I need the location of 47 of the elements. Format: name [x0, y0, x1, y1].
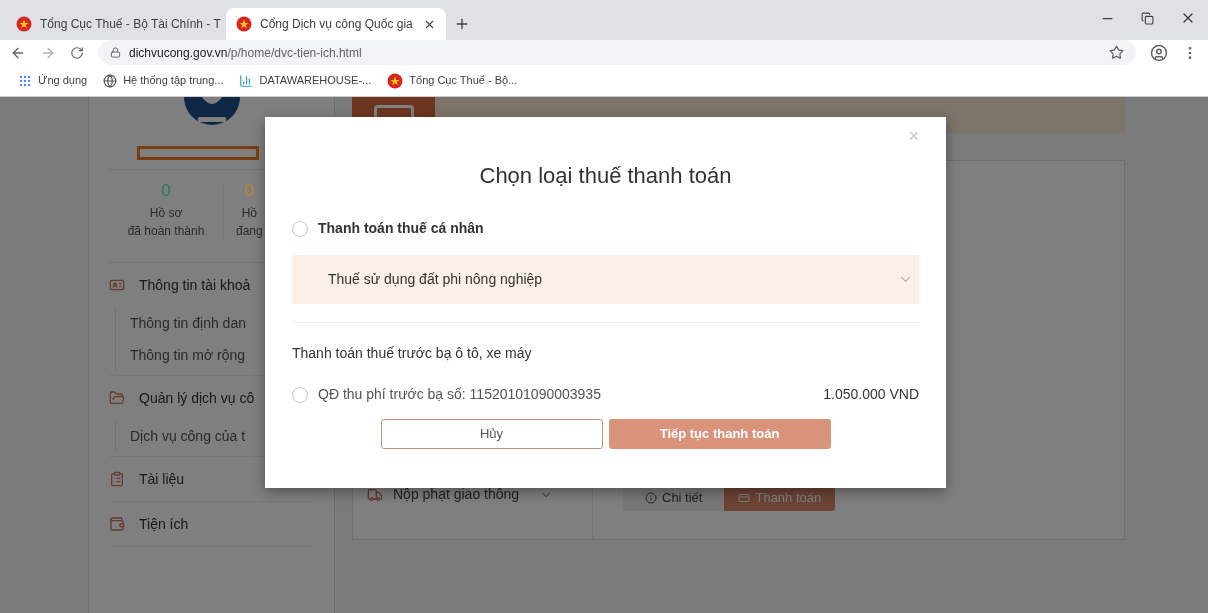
id-card-icon [109, 277, 125, 293]
tab-title: Cổng Dịch vụ công Quốc gia [260, 16, 414, 33]
amount-text: 1.050.000 VND [823, 385, 919, 404]
dialog-title: Chọn loại thuế thanh toán [478, 162, 733, 190]
folder-icon [109, 390, 125, 406]
stat-count: 0 [161, 182, 171, 200]
bookmark-item[interactable]: Hệ thống tập trung... [103, 72, 224, 89]
restore-icon[interactable] [1141, 11, 1154, 25]
cancel-button[interactable]: Hủy [380, 419, 603, 449]
section-label: Thanh toán thuế trước bạ ô tô, xe máy [292, 344, 533, 363]
url-text: dichvucong.gov.vn/p/home/dvc-tien-ich.html [129, 44, 362, 62]
info-icon [645, 491, 657, 504]
service-select[interactable]: Nộp phạt giao thông [367, 484, 554, 505]
stat-count: 0 [244, 182, 255, 200]
bookmark-item[interactable]: DATAWAREHOUSE-... [239, 72, 372, 89]
lock-icon [110, 47, 121, 58]
continue-button[interactable]: Tiếp tục thanh toán [608, 419, 831, 449]
globe-icon [103, 73, 118, 88]
new-tab-icon[interactable] [454, 16, 470, 32]
browser-tab[interactable]: Cổng Dịch vụ công Quốc gia [226, 8, 446, 40]
stat-label: đã hoàn thành [127, 223, 205, 240]
profile-icon[interactable] [1150, 43, 1168, 62]
chart-icon [239, 73, 254, 88]
emblem-icon [387, 72, 404, 89]
tab-title: Tổng Cục Thuế - Bộ Tài Chính - T [40, 16, 221, 33]
sidebar-item[interactable]: Tài liệu [109, 457, 314, 501]
bookmark-item[interactable]: Tổng Cục Thuế - Bộ... [387, 72, 518, 89]
bookmark-item[interactable]: Ứng dụng [18, 72, 88, 89]
stat-label: Hồ sơ [149, 205, 183, 222]
sidebar-item[interactable]: Quản lý dịch vụ cô [109, 376, 314, 420]
radio-button[interactable] [292, 220, 308, 237]
star-icon[interactable] [1109, 45, 1124, 60]
apps-icon [18, 73, 32, 88]
stat-label: Hồ [241, 205, 257, 222]
emblem-icon [236, 16, 252, 32]
option-label: QĐ thu phí trước bạ số: 11520101090003935 [318, 385, 601, 404]
tax-type-select[interactable]: Thuế sử dụng đất phi nông nghiệp [292, 255, 919, 304]
sidebar-item[interactable]: Tiện ích [109, 502, 314, 546]
truck-icon [367, 486, 383, 503]
address-bar[interactable]: dichvucong.gov.vn/p/home/dvc-tien-ich.html [98, 40, 1136, 65]
stat-label: đang [236, 223, 263, 240]
wallet-icon [109, 516, 125, 532]
radio-button[interactable] [292, 386, 308, 403]
emblem-icon [16, 16, 32, 32]
option-label: Thanh toán thuế cá nhân [318, 219, 484, 238]
reload-icon[interactable] [70, 45, 84, 60]
clipboard-icon [109, 471, 125, 487]
